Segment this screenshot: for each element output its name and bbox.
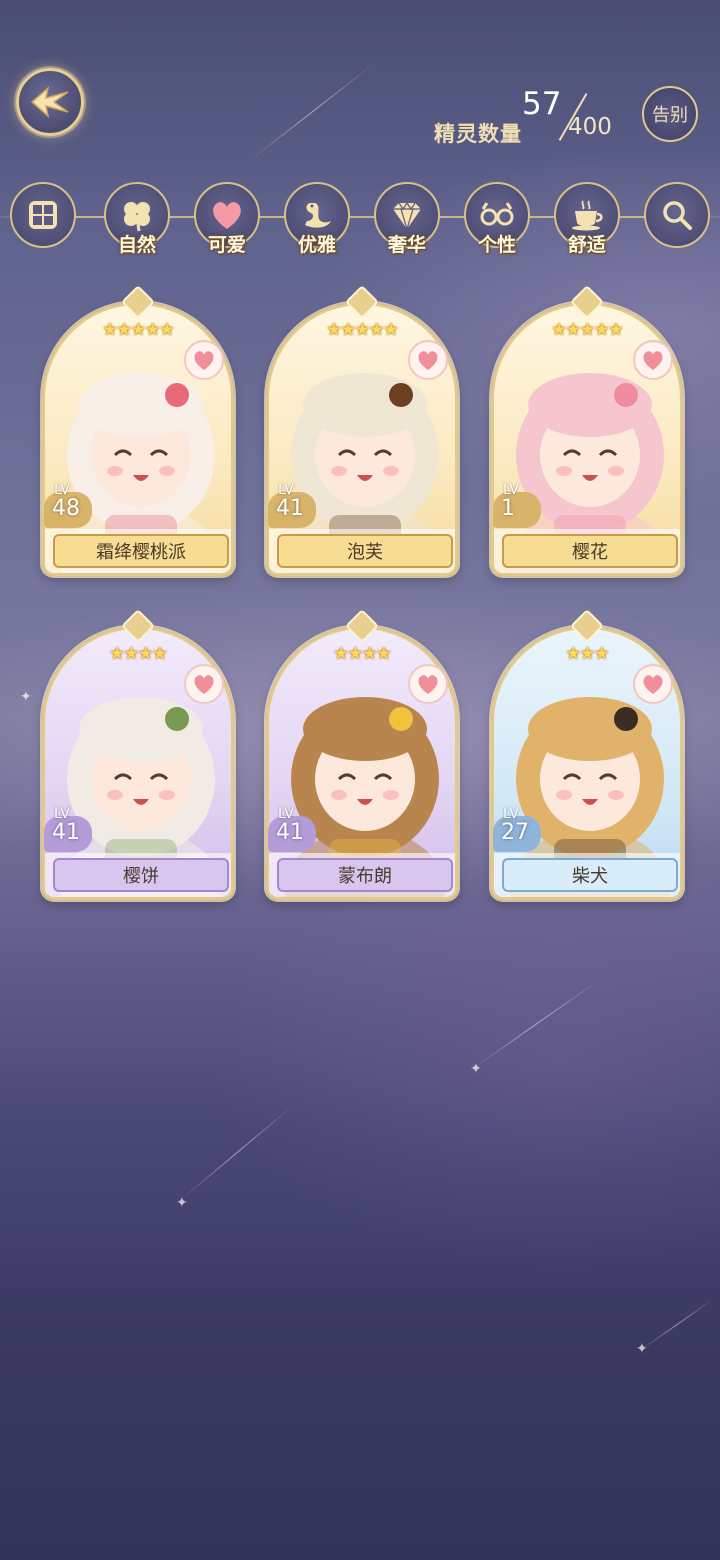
level-value: 41 xyxy=(276,820,304,845)
favorite-heart-button[interactable] xyxy=(184,340,224,380)
sprite-name: 柴犬 xyxy=(502,858,678,892)
teacup-icon xyxy=(572,200,603,231)
heart-icon xyxy=(643,351,663,370)
level-badge: LV 41 xyxy=(268,806,318,852)
sprite-name-plate: 泡芙 xyxy=(269,529,455,573)
heart-icon xyxy=(418,675,438,694)
rarity-stars: ★★★★★ xyxy=(102,320,174,340)
sprite-name: 泡芙 xyxy=(277,534,453,568)
sparkle-icon: ✦ xyxy=(20,689,32,705)
filter-all[interactable] xyxy=(10,182,76,248)
light-streak xyxy=(469,978,602,1071)
sprite-name: 樱花 xyxy=(502,534,678,568)
filter-luxury-label: 奢华 xyxy=(387,234,426,256)
sprite-card[interactable]: 樱花 ★★★★★ LV 1 xyxy=(491,285,683,576)
sparkle-icon: ✦ xyxy=(176,1195,188,1211)
level-badge: LV 41 xyxy=(268,482,318,528)
search-icon xyxy=(663,201,692,230)
swan-icon xyxy=(305,203,331,228)
filter-cute-label: 可爱 xyxy=(207,234,246,256)
category-filter-bar: 自然 可爱 优雅 奢华 个性 舒适 xyxy=(0,176,720,260)
filter-comfort-label: 舒适 xyxy=(567,234,606,256)
sprite-card[interactable]: 泡芙 ★★★★★ LV 41 xyxy=(266,285,458,576)
heart-icon xyxy=(643,675,663,694)
level-value: 41 xyxy=(276,496,304,521)
light-streak xyxy=(639,1298,715,1351)
back-button[interactable] xyxy=(16,68,84,136)
level-badge: LV 1 xyxy=(493,482,543,528)
sprite-name-plate: 樱花 xyxy=(494,529,680,573)
sprite-count-current: 57 xyxy=(522,86,562,122)
filter-personality-label: 个性 xyxy=(477,234,516,256)
favorite-heart-button[interactable] xyxy=(184,664,224,704)
sparkle-icon: ✦ xyxy=(470,1061,482,1077)
rarity-stars: ★★★★★ xyxy=(326,320,398,340)
sprite-name: 蒙布朗 xyxy=(277,858,453,892)
back-arrow-icon xyxy=(30,85,69,119)
sprite-name: 樱饼 xyxy=(53,858,229,892)
sprite-name-plate: 霜绛樱桃派 xyxy=(45,529,231,573)
level-value: 1 xyxy=(501,496,515,521)
farewell-button[interactable]: 告别 xyxy=(642,86,698,142)
rarity-stars: ★★★★ xyxy=(333,644,392,664)
rarity-stars: ★★★ xyxy=(565,644,610,664)
clover-icon xyxy=(124,202,150,232)
sprite-card[interactable]: 蒙布朗 ★★★★ LV 41 xyxy=(266,609,458,900)
sprite-name: 霜绛樱桃派 xyxy=(53,534,229,568)
filter-nature-label: 自然 xyxy=(117,234,156,256)
sprite-card[interactable]: 柴犬 ★★★ LV 27 xyxy=(491,609,683,900)
level-value: 41 xyxy=(52,820,80,845)
sprite-card[interactable]: 霜绛樱桃派 ★★★★★ LV 48 xyxy=(42,285,234,576)
search-button[interactable] xyxy=(644,182,710,248)
heart-icon xyxy=(418,351,438,370)
sprite-count-total: 400 xyxy=(568,114,612,140)
glasses-icon xyxy=(480,202,514,226)
heart-icon xyxy=(194,675,214,694)
level-value: 27 xyxy=(501,820,529,845)
rarity-stars: ★★★★★ xyxy=(551,320,623,340)
level-badge: LV 41 xyxy=(44,806,94,852)
filter-elegant-label: 优雅 xyxy=(297,234,336,256)
sparkle-icon: ✦ xyxy=(636,1341,648,1357)
heart-icon xyxy=(194,351,214,370)
sprite-name-plate: 柴犬 xyxy=(494,853,680,897)
farewell-label: 告别 xyxy=(652,105,688,126)
favorite-heart-button[interactable] xyxy=(408,340,448,380)
favorite-heart-button[interactable] xyxy=(408,664,448,704)
sprite-count-label: 精灵数量 xyxy=(434,122,522,146)
sprite-name-plate: 蒙布朗 xyxy=(269,853,455,897)
heart-icon xyxy=(213,202,241,229)
sprite-count: 精灵数量 57 400 xyxy=(390,86,630,146)
light-streak xyxy=(179,1103,296,1201)
sprite-name-plate: 樱饼 xyxy=(45,853,231,897)
rarity-stars: ★★★★ xyxy=(109,644,168,664)
favorite-heart-button[interactable] xyxy=(633,664,673,704)
diamond-icon xyxy=(393,201,421,232)
grid-icon xyxy=(29,201,57,229)
level-value: 48 xyxy=(52,496,80,521)
level-badge: LV 48 xyxy=(44,482,94,528)
sprite-card[interactable]: 樱饼 ★★★★ LV 41 xyxy=(42,609,234,900)
level-badge: LV 27 xyxy=(493,806,543,852)
favorite-heart-button[interactable] xyxy=(633,340,673,380)
light-streak xyxy=(249,61,377,161)
